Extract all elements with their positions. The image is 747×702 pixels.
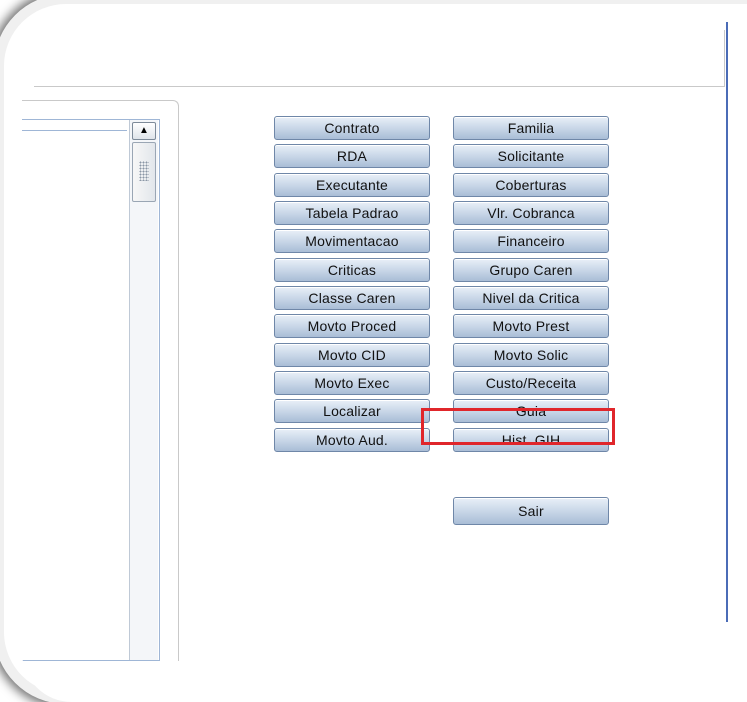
sair-button[interactable]: Sair [453, 497, 609, 525]
coberturas-button[interactable]: Coberturas [453, 173, 609, 197]
custo-receita-button[interactable]: Custo/Receita [453, 371, 609, 395]
movto-prest-button[interactable]: Movto Prest [453, 314, 609, 338]
header-panel [34, 30, 725, 87]
financeiro-button[interactable]: Financeiro [453, 229, 609, 253]
grupo-caren-button[interactable]: Grupo Caren [453, 258, 609, 282]
contrato-button[interactable]: Contrato [274, 116, 430, 140]
highlight-box [421, 408, 615, 445]
localizar-button[interactable]: Localizar [274, 399, 430, 423]
classe-caren-button[interactable]: Classe Caren [274, 286, 430, 310]
movto-cid-button[interactable]: Movto CID [274, 343, 430, 367]
solicitante-button[interactable]: Solicitante [453, 144, 609, 168]
scroll-thumb[interactable] [132, 142, 156, 202]
list-header [22, 120, 127, 131]
list-panel: ▲ [22, 100, 179, 661]
movto-proced-button[interactable]: Movto Proced [274, 314, 430, 338]
familia-button[interactable]: Familia [453, 116, 609, 140]
movto-solic-button[interactable]: Movto Solic [453, 343, 609, 367]
tabela-padrao-button[interactable]: Tabela Padrao [274, 201, 430, 225]
movimentacao-button[interactable]: Movimentacao [274, 229, 430, 253]
records-listbox[interactable]: ▲ [22, 119, 160, 661]
criticas-button[interactable]: Criticas [274, 258, 430, 282]
rda-button[interactable]: RDA [274, 144, 430, 168]
vertical-scrollbar[interactable]: ▲ [129, 120, 158, 660]
right-border-line [726, 22, 728, 622]
movto-aud-button[interactable]: Movto Aud. [274, 428, 430, 452]
movto-exec-button[interactable]: Movto Exec [274, 371, 430, 395]
vlr-cobranca-button[interactable]: Vlr. Cobranca [453, 201, 609, 225]
nivel-da-critica-button[interactable]: Nivel da Critica [453, 286, 609, 310]
grip-icon [139, 161, 149, 181]
scroll-up-button[interactable]: ▲ [132, 122, 156, 140]
executante-button[interactable]: Executante [274, 173, 430, 197]
